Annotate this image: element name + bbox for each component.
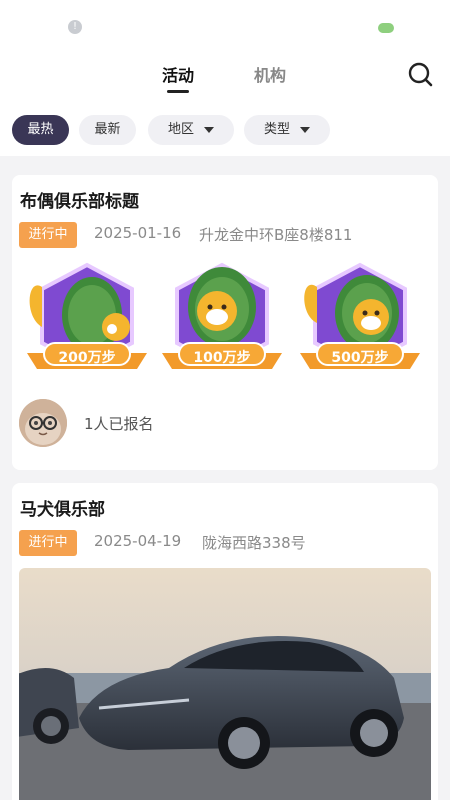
medal-500[interactable] (295, 257, 425, 387)
filter-newest[interactable]: 最新 (79, 115, 136, 145)
top-bar: ! 活动 机构 最热 最新 地区 类型 (0, 0, 450, 156)
activity-address: 升龙金中环B座8楼811 (199, 226, 353, 244)
pinecone-fox-medal-icon (27, 262, 147, 370)
filter-label: 地区 (167, 122, 194, 137)
tab-active-indicator (167, 90, 189, 93)
activity-title: 马犬俱乐部 (20, 500, 105, 520)
activity-cover-image[interactable] (19, 568, 431, 800)
activity-date: 2025-04-19 (94, 532, 182, 550)
avatar[interactable] (19, 399, 67, 447)
tab-bar: 活动 机构 (0, 62, 450, 98)
medal-100[interactable] (157, 257, 287, 387)
cat-avatar-icon (19, 399, 67, 447)
signup-count: 1人已报名 (84, 415, 154, 433)
search-icon (408, 62, 433, 87)
activity-card[interactable]: 马犬俱乐部 进行中 2025-04-19 陇海西路338号 (12, 483, 438, 800)
medal-label: 100万步 (193, 350, 251, 366)
filter-type-dropdown[interactable]: 类型 (244, 115, 330, 145)
filter-region-dropdown[interactable]: 地区 (148, 115, 234, 145)
medal-label: 200万步 (58, 350, 116, 366)
search-button[interactable] (406, 60, 436, 90)
filter-label: 最新 (94, 122, 121, 137)
caret-down-icon (204, 126, 214, 133)
pinecone-fox-medal-icon (162, 262, 282, 370)
alert-icon: ! (68, 20, 82, 34)
filter-hot[interactable]: 最热 (12, 115, 69, 145)
medal-label: 500万步 (331, 350, 389, 366)
activity-title: 布偶俱乐部标题 (20, 192, 139, 212)
tab-activities[interactable]: 活动 (162, 62, 194, 90)
status-badge: 进行中 (19, 530, 77, 556)
pinecone-fox-medal-icon (300, 262, 420, 370)
activity-address: 陇海西路338号 (202, 534, 306, 552)
filter-label: 类型 (263, 122, 290, 137)
activity-card[interactable]: 布偶俱乐部标题 进行中 2025-01-16 升龙金中环B座8楼811 200万… (12, 175, 438, 470)
tab-organizations[interactable]: 机构 (254, 62, 286, 90)
car-photo-icon (19, 568, 431, 800)
status-badge: 进行中 (19, 222, 77, 248)
filter-label: 最热 (27, 122, 54, 137)
activity-date: 2025-01-16 (94, 224, 182, 242)
cloud-icon (378, 23, 394, 33)
caret-down-icon (300, 126, 310, 133)
medal-200[interactable] (22, 257, 152, 387)
